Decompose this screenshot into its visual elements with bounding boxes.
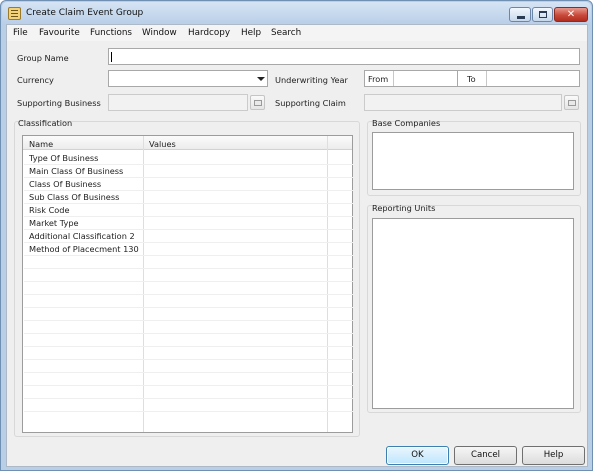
- supporting-claim-field: [364, 94, 562, 111]
- from-year-field[interactable]: From: [364, 70, 458, 87]
- folder-icon: [568, 100, 576, 106]
- classification-title: Classification: [18, 118, 73, 128]
- cancel-button[interactable]: Cancel: [454, 446, 517, 465]
- help-button[interactable]: Help: [522, 446, 585, 465]
- column-header-name[interactable]: Name: [29, 139, 53, 149]
- table-row[interactable]: Main Class Of Business: [23, 165, 352, 178]
- menu-window[interactable]: Window: [142, 28, 177, 38]
- menu-help[interactable]: Help: [241, 28, 261, 38]
- from-divider: [393, 71, 394, 86]
- supporting-business-field: [108, 94, 248, 111]
- supporting-business-browse-button[interactable]: [250, 95, 265, 110]
- close-button[interactable]: ✕: [554, 7, 588, 22]
- to-divider: [486, 71, 487, 86]
- menu-bar: File Favourite Functions Window Hardcopy…: [7, 25, 587, 41]
- minimize-icon: [517, 16, 525, 19]
- table-row[interactable]: Type Of Business: [23, 152, 352, 165]
- classification-grid[interactable]: Name Values Type Of Business Main Class …: [22, 135, 353, 433]
- app-icon: [8, 7, 21, 20]
- reporting-units-list[interactable]: [372, 218, 574, 409]
- dialog-client-area: File Favourite Functions Window Hardcopy…: [6, 24, 588, 467]
- window-title: Create Claim Event Group: [26, 8, 144, 18]
- minimize-button[interactable]: [509, 7, 531, 22]
- menu-functions[interactable]: Functions: [90, 28, 132, 38]
- text-cursor: [111, 52, 112, 62]
- menu-hardcopy[interactable]: Hardcopy: [188, 28, 230, 38]
- to-label: To: [467, 74, 476, 84]
- menu-file[interactable]: File: [13, 28, 28, 38]
- group-name-input[interactable]: [108, 48, 580, 65]
- table-row[interactable]: Method of Placecment 130: [23, 243, 352, 256]
- table-row[interactable]: Class Of Business: [23, 178, 352, 191]
- column-header-values[interactable]: Values: [149, 139, 176, 149]
- to-year-field[interactable]: To: [457, 70, 580, 87]
- maximize-icon: [539, 11, 547, 18]
- supporting-claim-label: Supporting Claim: [275, 98, 346, 108]
- table-row[interactable]: Sub Class Of Business: [23, 191, 352, 204]
- table-row[interactable]: Market Type: [23, 217, 352, 230]
- supporting-business-label: Supporting Business: [17, 98, 101, 108]
- base-companies-title: Base Companies: [372, 118, 441, 128]
- table-row[interactable]: Additional Classification 2: [23, 230, 352, 243]
- currency-label: Currency: [17, 75, 54, 85]
- group-name-label: Group Name: [17, 53, 69, 63]
- table-row[interactable]: Risk Code: [23, 204, 352, 217]
- underwriting-year-label: Underwriting Year: [275, 75, 348, 85]
- folder-icon: [254, 100, 262, 106]
- maximize-button[interactable]: [532, 7, 553, 22]
- supporting-claim-browse-button[interactable]: [564, 95, 579, 110]
- title-bar[interactable]: Create Claim Event Group ✕: [2, 2, 591, 24]
- menu-favourite[interactable]: Favourite: [39, 28, 80, 38]
- close-icon: ✕: [566, 9, 576, 20]
- base-companies-list[interactable]: [372, 132, 574, 190]
- currency-dropdown[interactable]: [108, 70, 268, 87]
- ok-button[interactable]: OK: [386, 446, 449, 465]
- chevron-down-icon: [257, 77, 265, 81]
- menu-search[interactable]: Search: [271, 28, 301, 38]
- dialog-window: Create Claim Event Group ✕ File Favourit…: [0, 0, 593, 471]
- from-label: From: [368, 74, 389, 84]
- reporting-units-title: Reporting Units: [372, 203, 436, 213]
- grid-header: Name Values: [23, 136, 352, 150]
